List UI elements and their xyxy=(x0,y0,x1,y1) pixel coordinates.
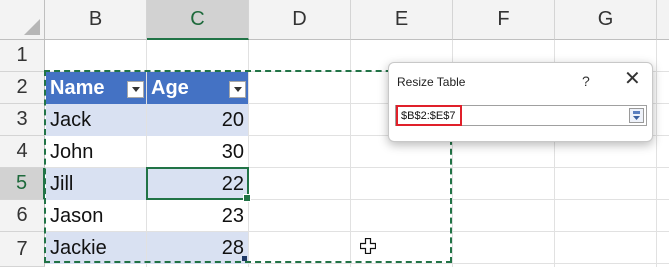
select-all-icon xyxy=(24,19,40,35)
row-header-6[interactable]: 6 xyxy=(0,200,45,232)
gridline xyxy=(656,40,657,267)
row-header-4[interactable]: 4 xyxy=(0,136,45,168)
spreadsheet: B C D E F G 1 2 3 4 5 6 7 Name Age Jack … xyxy=(0,0,669,267)
range-input[interactable]: $B$2:$E$7 xyxy=(395,105,647,126)
column-header-c[interactable]: C xyxy=(147,0,249,40)
column-header-b[interactable]: B xyxy=(45,0,147,40)
row-header-5[interactable]: 5 xyxy=(0,168,45,200)
collapse-dialog-icon[interactable] xyxy=(629,108,644,123)
column-header-h[interactable] xyxy=(657,0,669,40)
dialog-title: Resize Table xyxy=(397,75,466,89)
resize-table-dialog: Resize Table ? ✕ $B$2:$E$7 xyxy=(388,62,653,142)
column-header-f[interactable]: F xyxy=(453,0,555,40)
help-button[interactable]: ? xyxy=(582,73,590,89)
row-header-2[interactable]: 2 xyxy=(0,72,45,104)
plus-cross-cursor-icon xyxy=(360,238,376,254)
row-header-7[interactable]: 7 xyxy=(0,232,45,267)
row-header-1[interactable]: 1 xyxy=(0,40,45,72)
row-header-3[interactable]: 3 xyxy=(0,104,45,136)
select-all-button[interactable] xyxy=(0,0,45,40)
column-header-e[interactable]: E xyxy=(351,0,453,40)
range-input-value[interactable]: $B$2:$E$7 xyxy=(396,105,462,126)
column-header-g[interactable]: G xyxy=(555,0,657,40)
column-header-d[interactable]: D xyxy=(249,0,351,40)
close-button[interactable]: ✕ xyxy=(624,69,641,89)
